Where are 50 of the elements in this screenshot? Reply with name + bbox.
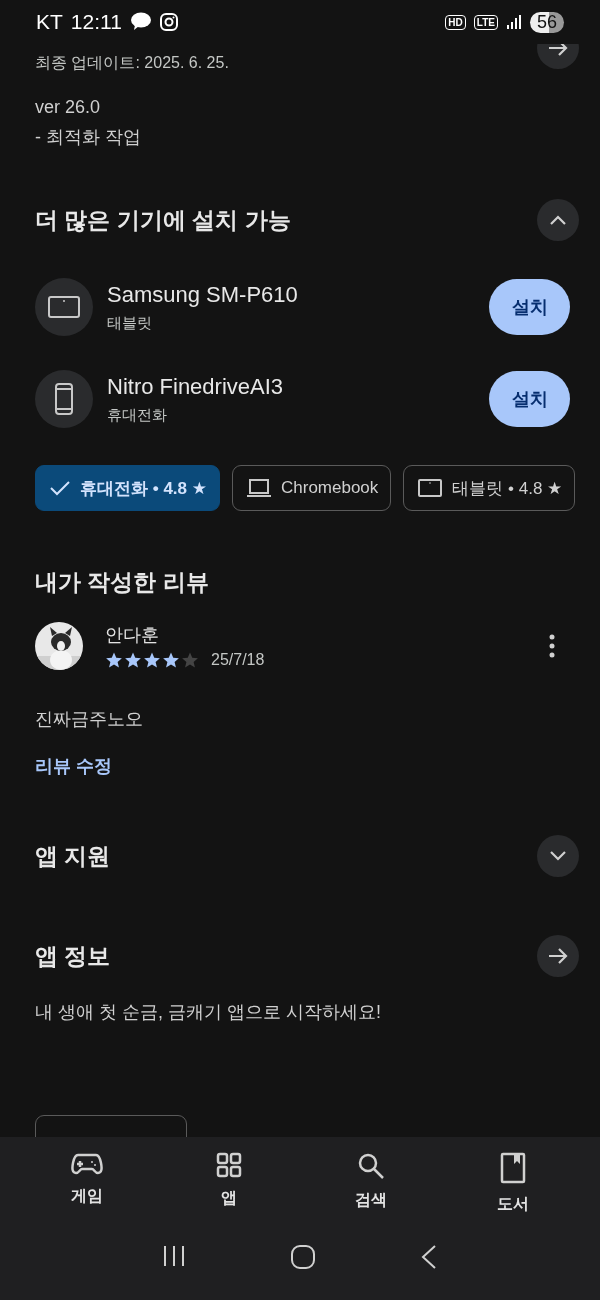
device-filter-chip[interactable]: Chromebook — [232, 465, 392, 511]
carrier-name: KT — [36, 10, 63, 34]
home-button[interactable] — [290, 1244, 316, 1270]
nav-tab[interactable]: 도서 — [463, 1151, 563, 1216]
install-button[interactable]: 설치 — [489, 371, 570, 427]
book-icon — [500, 1152, 526, 1184]
section-title: 앱 정보 — [35, 941, 111, 971]
version-text: ver 26.0 — [35, 96, 102, 119]
signal-icon — [505, 14, 522, 30]
device-name: Samsung SM-P610 — [107, 281, 298, 308]
review-date: 25/7/18 — [211, 651, 265, 669]
apps-grid-icon — [216, 1152, 242, 1178]
install-button[interactable]: 설치 — [489, 279, 570, 335]
tablet-icon — [418, 479, 443, 497]
network-indicator: HD — [445, 14, 466, 30]
section-title: 앱 지원 — [35, 841, 111, 871]
nav-tab[interactable]: 게임 — [37, 1151, 137, 1216]
release-notes: - 최적화 작업 — [35, 126, 142, 149]
nav-tab[interactable]: 검색 — [321, 1151, 421, 1216]
search-icon — [357, 1152, 385, 1180]
section-title: 더 많은 기기에 설치 가능 — [35, 205, 291, 235]
review-text: 진짜금주노오 — [35, 708, 144, 731]
more-options-icon[interactable] — [548, 634, 556, 658]
device-type: 휴대전화 — [107, 405, 168, 425]
collapse-button[interactable] — [537, 199, 579, 241]
chat-bubble-icon — [129, 12, 152, 32]
arrow-right-icon — [548, 947, 568, 965]
device-filter-chip[interactable]: 태블릿 • 4.8 ★ — [403, 465, 576, 511]
section-title: 내가 작성한 리뷰 — [35, 568, 210, 597]
device-filter-chip[interactable]: 휴대전화 • 4.8 ★ — [35, 465, 220, 511]
edit-review-link[interactable]: 리뷰 수정 — [35, 754, 112, 778]
app-description: 내 생애 첫 순금, 금캐기 앱으로 시작하세요! — [35, 1001, 382, 1024]
nav-tab[interactable]: 앱 — [179, 1151, 279, 1216]
back-button[interactable] — [420, 1244, 438, 1270]
laptop-icon — [247, 478, 271, 498]
network-indicator: LTE — [473, 14, 498, 30]
clock-time: 12:11 — [70, 10, 122, 34]
device-name: Nitro FinedriveAI3 — [107, 373, 284, 400]
device-type: 태블릿 — [107, 313, 153, 333]
tablet-icon — [48, 295, 80, 319]
gamepad-icon — [71, 1152, 103, 1176]
check-icon — [50, 480, 70, 496]
expand-button[interactable] — [537, 835, 579, 877]
reviewer-name: 안다훈 — [105, 624, 160, 647]
last-updated-text: 최종 업데이트: 2025. 6. 25. — [35, 53, 229, 73]
camera-icon — [159, 13, 178, 31]
arrow-button[interactable] — [537, 935, 579, 977]
arrow-right-icon — [548, 44, 568, 57]
battery-indicator: 56 — [529, 11, 564, 33]
phone-icon — [54, 383, 74, 415]
